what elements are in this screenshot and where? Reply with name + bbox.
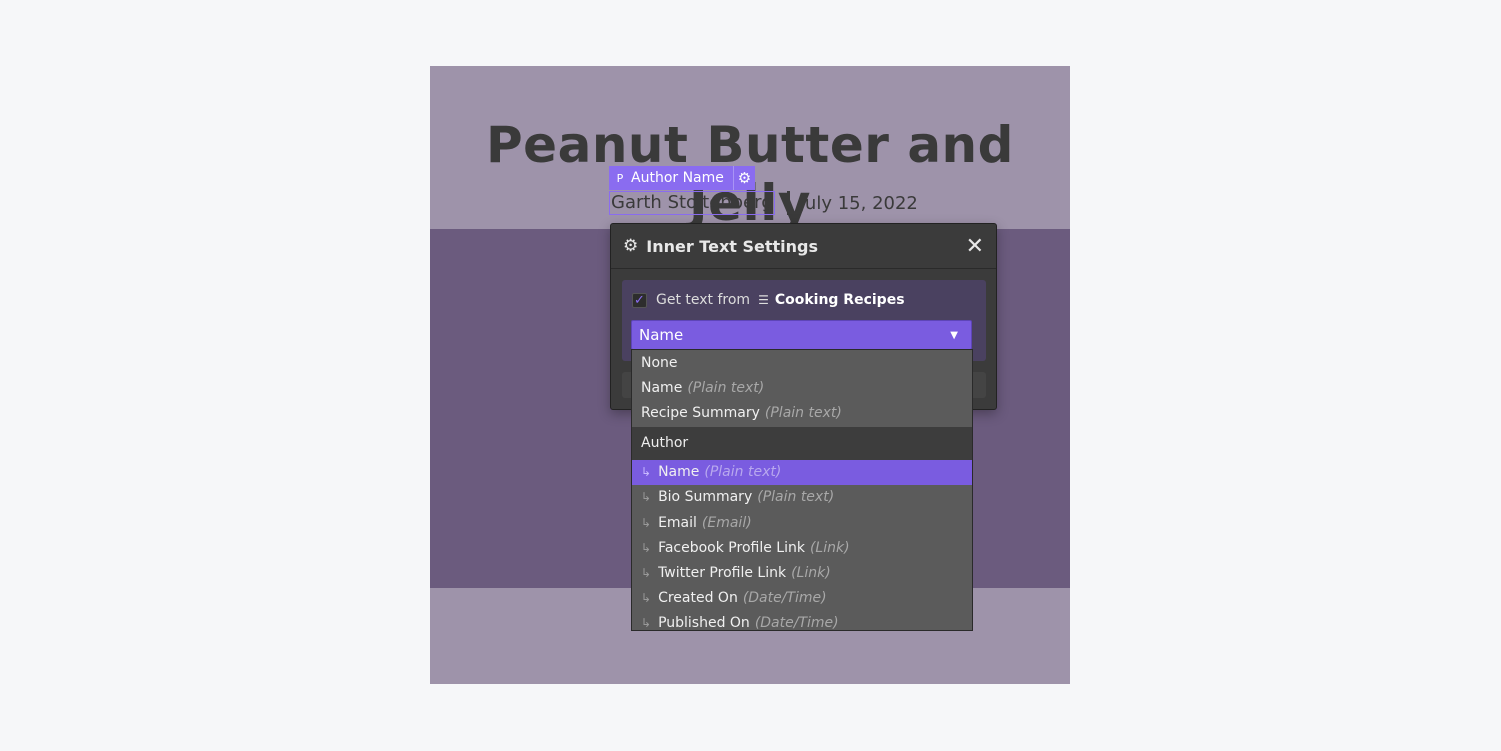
option-label: None	[641, 354, 678, 371]
option-name[interactable]: Name (Plain text)	[632, 375, 972, 400]
database-icon: ☰	[758, 293, 769, 307]
gear-icon[interactable]: ⚙	[733, 166, 755, 190]
field-select[interactable]: Name ▼	[631, 320, 972, 350]
subitem-arrow-icon: ↳	[641, 616, 652, 631]
subitem-arrow-icon: ↳	[641, 565, 652, 580]
option-author-email[interactable]: ↳ Email (Email)	[632, 510, 972, 535]
group-header-author: Author	[632, 426, 972, 460]
option-author-facebook[interactable]: ↳ Facebook Profile Link (Link)	[632, 535, 972, 560]
selected-value: Name	[639, 326, 684, 344]
element-tag-label: Author Name	[631, 170, 724, 186]
field-dropdown-list: None Name (Plain text) Recipe Summary (Pla…	[631, 349, 973, 631]
element-tag[interactable]: P Author Name ⚙	[609, 166, 755, 190]
option-author-twitter[interactable]: ↳ Twitter Profile Link (Link)	[632, 560, 972, 585]
author-name-text[interactable]: Garth Stoltenberg	[609, 191, 775, 215]
caret-down-icon: ▼	[950, 329, 958, 341]
gear-icon: ⚙	[623, 236, 639, 256]
subitem-arrow-icon: ↳	[641, 591, 652, 606]
date-text: July 15, 2022	[799, 192, 918, 214]
option-type: (Plain text)	[704, 464, 782, 481]
byline: Garth Stoltenberg July 15, 2022	[609, 191, 918, 215]
collection-name: Cooking Recipes	[774, 292, 905, 308]
subitem-arrow-icon: ↳	[641, 515, 652, 530]
option-label: Email	[658, 514, 697, 531]
option-type: (Plain text)	[757, 489, 835, 506]
option-label: Published On	[658, 615, 750, 631]
option-label: Name	[641, 379, 683, 396]
option-author-bio-summary[interactable]: ↳ Bio Summary (Plain text)	[632, 485, 972, 510]
subitem-arrow-icon: ↳	[641, 465, 652, 480]
divider	[786, 191, 790, 215]
option-none[interactable]: None	[632, 350, 972, 375]
option-label: Facebook Profile Link	[658, 539, 805, 556]
option-author-name[interactable]: ↳ Name (Plain text)	[632, 459, 972, 485]
get-text-label: Get text from	[656, 292, 751, 308]
option-type: (Link)	[791, 564, 831, 581]
option-label: Created On	[658, 590, 738, 607]
option-label: Name	[658, 464, 700, 481]
paragraph-type-label: P	[616, 171, 624, 185]
option-type: (Plain text)	[687, 379, 765, 396]
option-type: (Date/Time)	[742, 590, 827, 607]
option-label: Recipe Summary	[641, 404, 760, 421]
option-type: (Date/Time)	[754, 615, 839, 631]
option-type: (Email)	[701, 514, 752, 531]
option-label: Bio Summary	[658, 489, 753, 506]
option-author-created-on[interactable]: ↳ Created On (Date/Time)	[632, 586, 972, 611]
subitem-arrow-icon: ↳	[641, 490, 652, 505]
close-icon[interactable]: ✕	[966, 234, 984, 259]
option-type: (Plain text)	[764, 404, 842, 421]
modal-title: Inner Text Settings	[646, 236, 818, 256]
option-label: Twitter Profile Link	[658, 564, 787, 581]
get-text-checkbox[interactable]: ✓	[632, 292, 647, 308]
subitem-arrow-icon: ↳	[641, 540, 652, 555]
option-type: (Link)	[809, 539, 850, 556]
option-author-published-on[interactable]: ↳ Published On (Date/Time)	[632, 611, 972, 631]
option-recipe-summary[interactable]: Recipe Summary (Plain text)	[632, 400, 972, 425]
